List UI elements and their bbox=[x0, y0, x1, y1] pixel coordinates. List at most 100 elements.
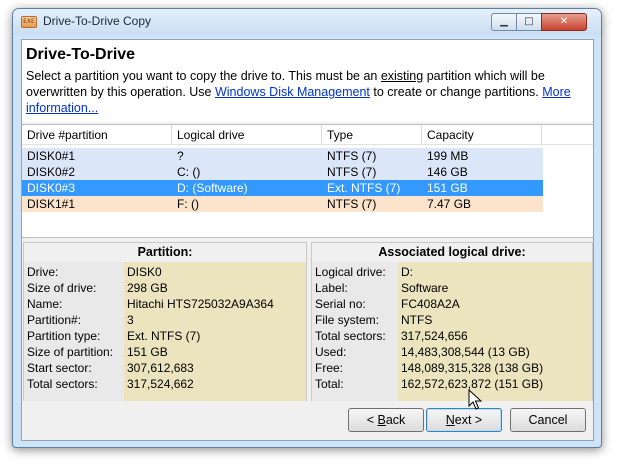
cell-type: NTFS (7) bbox=[327, 165, 377, 179]
detail-label: Label: bbox=[315, 281, 348, 295]
partition-list[interactable]: Drive #partition Logical drive Type Capa… bbox=[22, 124, 593, 238]
minimize-button[interactable]: ▁ bbox=[491, 13, 517, 31]
back-accelerator: B bbox=[377, 413, 386, 427]
cell-logical-drive: D: (Software) bbox=[177, 181, 248, 195]
logical-panel-title: Associated logical drive: bbox=[378, 245, 526, 259]
table-row[interactable]: DISK1#1 F: () NTFS (7) 7.47 GB bbox=[22, 196, 543, 212]
column-header-type[interactable]: Type bbox=[322, 125, 422, 145]
desc-existing: existing bbox=[380, 69, 424, 83]
table-row[interactable]: DISK0#1 ? NTFS (7) 199 MB bbox=[22, 148, 543, 164]
detail-value: 14,483,308,544 (13 GB) bbox=[401, 345, 530, 359]
detail-row: Size of drive: 298 GB bbox=[24, 280, 306, 296]
header-area: Drive-To-Drive Select a partition you wa… bbox=[22, 40, 593, 122]
detail-value: 307,612,683 bbox=[127, 361, 194, 375]
desc-text-3: to create or change partitions. bbox=[369, 85, 543, 99]
cell-type: Ext. NTFS (7) bbox=[327, 181, 401, 195]
detail-value: Hitachi HTS725032A9A364 bbox=[127, 297, 274, 311]
next-accelerator: N bbox=[445, 413, 455, 427]
detail-row: Logical drive: D: bbox=[312, 264, 592, 280]
title-bar[interactable]: EXE Drive-To-Drive Copy ▁ □ ✕ bbox=[13, 9, 601, 35]
detail-label: Partition type: bbox=[27, 329, 101, 343]
page-description: Select a partition you want to copy the … bbox=[26, 68, 592, 116]
detail-row: File system: NTFS bbox=[312, 312, 592, 328]
detail-value: 317,524,656 bbox=[401, 329, 468, 343]
detail-value: Software bbox=[401, 281, 449, 295]
detail-value: 148,089,315,328 (138 GB) bbox=[401, 361, 544, 375]
cell-drive: DISK0#1 bbox=[27, 149, 76, 163]
detail-row: Partition#: 3 bbox=[24, 312, 306, 328]
back-rest: ack bbox=[385, 413, 406, 427]
disk-management-link[interactable]: Windows Disk Management bbox=[215, 85, 370, 99]
logical-drive-info-panel: Associated logical drive: Logical drive:… bbox=[311, 242, 593, 401]
detail-label: Free: bbox=[315, 361, 344, 375]
mouse-pointer-icon bbox=[468, 389, 482, 410]
page-title: Drive-To-Drive bbox=[26, 46, 136, 63]
detail-value: FC408A2A bbox=[401, 297, 460, 311]
window-title: Drive-To-Drive Copy bbox=[43, 14, 152, 28]
detail-label: Serial no: bbox=[315, 297, 366, 311]
cell-type: NTFS (7) bbox=[327, 149, 377, 163]
desc-text-1: Select a partition you want to copy the … bbox=[26, 69, 381, 83]
column-header-drive[interactable]: Drive #partition bbox=[22, 125, 172, 145]
cell-capacity: 7.47 GB bbox=[427, 197, 472, 211]
column-header-logical-drive[interactable]: Logical drive bbox=[172, 125, 322, 145]
cell-capacity: 151 GB bbox=[427, 181, 468, 195]
detail-row: Total sectors: 317,524,662 bbox=[24, 376, 306, 392]
back-prefix: < bbox=[366, 413, 378, 427]
back-button[interactable]: < Back bbox=[348, 408, 424, 432]
cell-drive: DISK0#2 bbox=[27, 165, 76, 179]
next-rest: ext > bbox=[454, 413, 483, 427]
close-button[interactable]: ✕ bbox=[541, 13, 587, 31]
cell-capacity: 146 GB bbox=[427, 165, 468, 179]
cell-logical-drive: C: () bbox=[177, 165, 201, 179]
detail-label: Start sector: bbox=[27, 361, 92, 375]
detail-value: Ext. NTFS (7) bbox=[127, 329, 201, 343]
partition-panel-title: Partition: bbox=[137, 245, 193, 259]
detail-row: Total: 162,572,623,872 (151 GB) bbox=[312, 376, 592, 392]
column-header-capacity[interactable]: Capacity bbox=[422, 125, 542, 145]
dialog-client-area: Drive-To-Drive Select a partition you wa… bbox=[21, 39, 594, 441]
detail-label: Drive: bbox=[27, 265, 59, 279]
detail-row: Label: Software bbox=[312, 280, 592, 296]
detail-row: Start sector: 307,612,683 bbox=[24, 360, 306, 376]
detail-label: Total sectors: bbox=[315, 329, 386, 343]
detail-value: D: bbox=[401, 265, 413, 279]
table-row-selected[interactable]: DISK0#3 D: (Software) Ext. NTFS (7) 151 … bbox=[22, 180, 543, 196]
detail-label: File system: bbox=[315, 313, 380, 327]
detail-value: 317,524,662 bbox=[127, 377, 194, 391]
drive-to-drive-window: EXE Drive-To-Drive Copy ▁ □ ✕ Drive-To-D… bbox=[12, 8, 602, 448]
detail-row: Drive: DISK0 bbox=[24, 264, 306, 280]
cell-capacity: 199 MB bbox=[427, 149, 469, 163]
detail-row: Total sectors: 317,524,656 bbox=[312, 328, 592, 344]
detail-label: Name: bbox=[27, 297, 63, 311]
detail-label: Logical drive: bbox=[315, 265, 386, 279]
detail-value: 151 GB bbox=[127, 345, 168, 359]
detail-label: Total sectors: bbox=[27, 377, 98, 391]
detail-value: NTFS bbox=[401, 313, 433, 327]
detail-row: Serial no: FC408A2A bbox=[312, 296, 592, 312]
maximize-button[interactable]: □ bbox=[516, 13, 542, 31]
table-row[interactable]: DISK0#2 C: () NTFS (7) 146 GB bbox=[22, 164, 543, 180]
cell-type: NTFS (7) bbox=[327, 197, 377, 211]
cell-drive: DISK0#3 bbox=[27, 181, 76, 195]
detail-row: Name: Hitachi HTS725032A9A364 bbox=[24, 296, 306, 312]
cancel-button[interactable]: Cancel bbox=[510, 408, 586, 432]
detail-row: Free: 148,089,315,328 (138 GB) bbox=[312, 360, 592, 376]
cell-logical-drive: F: () bbox=[177, 197, 199, 211]
detail-label: Total: bbox=[315, 377, 344, 391]
list-header: Drive #partition Logical drive Type Capa… bbox=[22, 125, 593, 145]
detail-value: DISK0 bbox=[127, 265, 162, 279]
logical-panel-body: Logical drive: D: Label: Software Serial no:… bbox=[312, 262, 592, 401]
detail-label: Size of drive: bbox=[27, 281, 97, 295]
cell-logical-drive: ? bbox=[177, 149, 184, 163]
detail-value: 298 GB bbox=[127, 281, 168, 295]
detail-value: 3 bbox=[127, 313, 134, 327]
detail-row: Size of partition: 151 GB bbox=[24, 344, 306, 360]
detail-row: Partition type: Ext. NTFS (7) bbox=[24, 328, 306, 344]
partition-panel-body: Drive: DISK0 Size of drive: 298 GB Name: Hita… bbox=[24, 262, 306, 401]
detail-label: Used: bbox=[315, 345, 347, 359]
next-button[interactable]: Next > bbox=[426, 408, 502, 432]
detail-row: Used: 14,483,308,544 (13 GB) bbox=[312, 344, 592, 360]
partition-info-panel: Partition: Drive: DISK0 Size of drive: 298 … bbox=[23, 242, 307, 401]
cell-drive: DISK1#1 bbox=[27, 197, 76, 211]
